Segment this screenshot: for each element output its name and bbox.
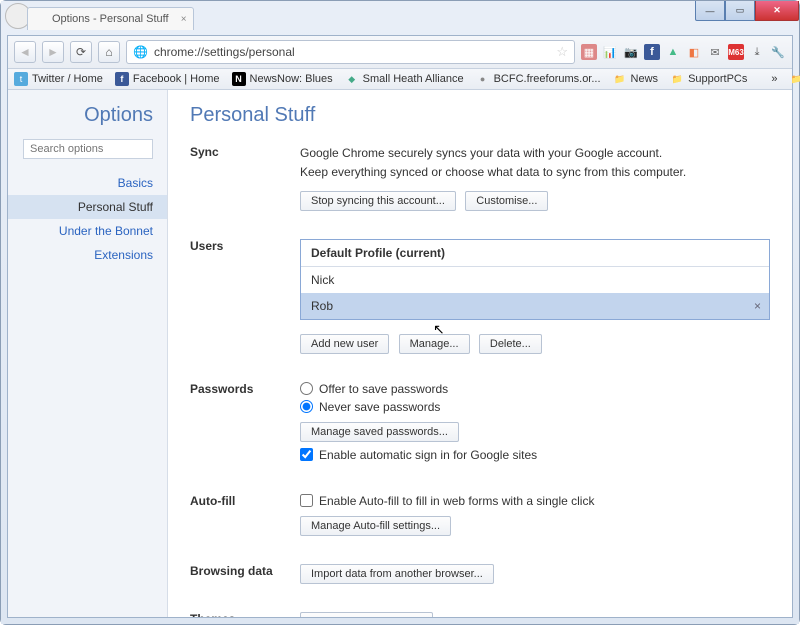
- reload-button[interactable]: ⟳: [70, 41, 92, 63]
- maximize-button[interactable]: ▭: [725, 1, 755, 21]
- bookmark-item[interactable]: NNewsNow: Blues: [232, 72, 333, 86]
- extension-icon[interactable]: M63: [728, 44, 744, 60]
- bookmark-folder[interactable]: 📁News: [613, 72, 659, 86]
- forward-button[interactable]: ►: [42, 41, 64, 63]
- manage-user-button[interactable]: Manage...: [399, 334, 470, 354]
- extension-icon[interactable]: ✉: [707, 44, 723, 60]
- sidebar-item-basics[interactable]: Basics: [8, 171, 167, 195]
- auto-signin-checkbox[interactable]: Enable automatic sign in for Google site…: [300, 448, 770, 462]
- extension-icon[interactable]: ▦: [581, 44, 597, 60]
- user-row[interactable]: Rob ×: [301, 293, 769, 319]
- omnibox[interactable]: 🌐 ☆: [126, 40, 575, 64]
- enable-autofill-checkbox[interactable]: Enable Auto-fill to fill in web forms wi…: [300, 494, 770, 508]
- import-data-button[interactable]: Import data from another browser...: [300, 564, 494, 584]
- bookmark-folder[interactable]: 📁SupportPCs: [670, 72, 747, 86]
- bookmarks-bar: tTwitter / Home fFacebook | Home NNewsNo…: [8, 69, 792, 90]
- other-bookmarks[interactable]: 📁Other bookmarks: [790, 72, 800, 86]
- site-icon: 🌐: [133, 45, 148, 59]
- browser-toolbar: ◄ ► ⟳ ⌂ 🌐 ☆ ▦ 📊 📷 f ▲ ◧ ✉ M63 ⤓ 🔧: [8, 36, 792, 69]
- extension-icon[interactable]: ⤓: [749, 44, 765, 60]
- main-panel: Personal Stuff Sync Google Chrome secure…: [168, 90, 792, 617]
- options-sidebar: Options Basics Personal Stuff Under the …: [8, 90, 168, 617]
- home-button[interactable]: ⌂: [98, 41, 120, 63]
- section-label-passwords: Passwords: [190, 382, 300, 466]
- sidebar-item-under-the-bonnet[interactable]: Under the Bonnet: [8, 219, 167, 243]
- customise-sync-button[interactable]: Customise...: [465, 191, 548, 211]
- section-label-browsing-data: Browsing data: [190, 564, 300, 584]
- search-options-input[interactable]: [23, 139, 153, 159]
- extension-icon[interactable]: 📷: [623, 44, 639, 60]
- remove-user-icon[interactable]: ×: [754, 299, 761, 313]
- bookmark-overflow[interactable]: »: [771, 73, 777, 85]
- extension-icon[interactable]: ▲: [665, 44, 681, 60]
- window-close-button[interactable]: ✕: [755, 1, 799, 21]
- browser-tab[interactable]: Options - Personal Stuff ×: [27, 7, 194, 30]
- extension-icon[interactable]: ◧: [686, 44, 702, 60]
- never-save-passwords-radio[interactable]: Never save passwords: [300, 400, 770, 414]
- section-label-users: Users: [190, 239, 300, 354]
- delete-user-button[interactable]: Delete...: [479, 334, 542, 354]
- close-tab-icon[interactable]: ×: [181, 14, 187, 25]
- wrench-menu-icon[interactable]: 🔧: [770, 44, 786, 60]
- minimize-button[interactable]: —: [695, 1, 725, 21]
- url-input[interactable]: [154, 45, 550, 59]
- sync-text: Google Chrome securely syncs your data w…: [300, 145, 770, 162]
- extension-icon[interactable]: f: [644, 44, 660, 60]
- sync-text: Keep everything synced or choose what da…: [300, 164, 770, 181]
- tab-title: Options - Personal Stuff: [52, 13, 169, 25]
- section-label-themes: Themes: [190, 612, 300, 617]
- sidebar-item-personal-stuff[interactable]: Personal Stuff: [8, 195, 167, 219]
- add-user-button[interactable]: Add new user: [300, 334, 389, 354]
- bookmark-item[interactable]: fFacebook | Home: [115, 72, 220, 86]
- section-label-sync: Sync: [190, 145, 300, 211]
- bookmark-item[interactable]: ●BCFC.freeforums.or...: [476, 72, 601, 86]
- bookmark-star-icon[interactable]: ☆: [556, 44, 568, 60]
- user-row[interactable]: Nick: [301, 267, 769, 293]
- offer-save-passwords-radio[interactable]: Offer to save passwords: [300, 382, 770, 396]
- back-button[interactable]: ◄: [14, 41, 36, 63]
- bookmark-item[interactable]: tTwitter / Home: [14, 72, 103, 86]
- sidebar-item-extensions[interactable]: Extensions: [8, 243, 167, 267]
- section-label-autofill: Auto-fill: [190, 494, 300, 536]
- manage-autofill-button[interactable]: Manage Auto-fill settings...: [300, 516, 451, 536]
- stop-sync-button[interactable]: Stop syncing this account...: [300, 191, 456, 211]
- extension-icon[interactable]: 📊: [602, 44, 618, 60]
- users-list: Default Profile (current) Nick Rob ×: [300, 239, 770, 320]
- sidebar-title: Options: [8, 104, 167, 139]
- reset-theme-button[interactable]: Reset to default theme: [300, 612, 433, 617]
- user-row-default[interactable]: Default Profile (current): [301, 240, 769, 267]
- bookmark-item[interactable]: ◆Small Heath Alliance: [345, 72, 464, 86]
- page-title: Personal Stuff: [190, 104, 770, 127]
- manage-passwords-button[interactable]: Manage saved passwords...: [300, 422, 459, 442]
